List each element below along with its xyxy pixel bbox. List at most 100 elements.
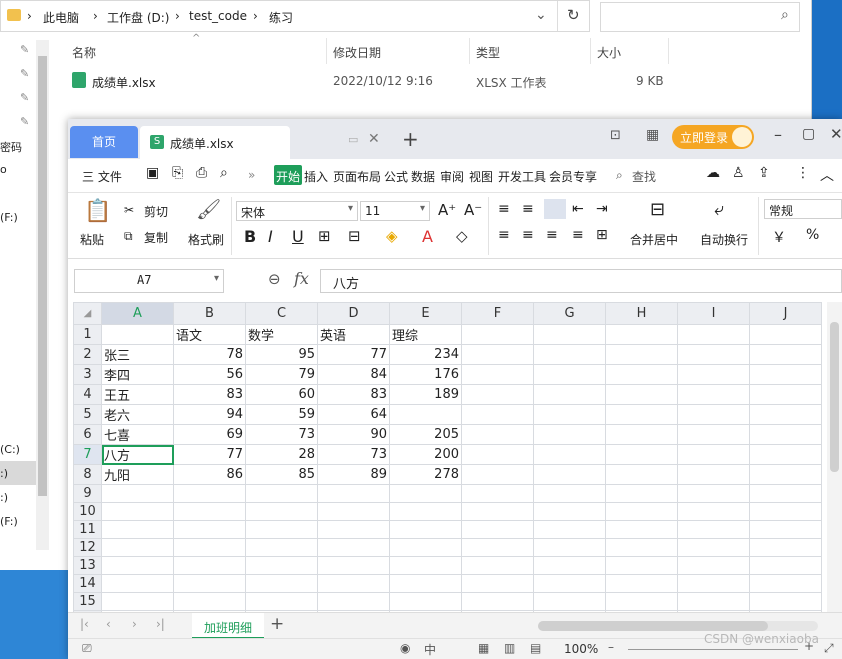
cell[interactable]: 60 [245, 384, 318, 405]
cell[interactable]: 90 [317, 424, 390, 445]
cell[interactable] [749, 538, 822, 557]
cell[interactable] [749, 484, 822, 503]
paste-button[interactable]: 粘贴 [80, 231, 104, 248]
cell[interactable] [533, 574, 606, 593]
cell[interactable] [173, 574, 246, 593]
cell[interactable] [605, 574, 678, 593]
cell[interactable] [389, 538, 462, 557]
tab-page-layout[interactable]: 页面布局 [333, 168, 381, 185]
cell[interactable] [173, 502, 246, 521]
cell[interactable]: 176 [389, 364, 462, 385]
cell[interactable] [677, 556, 750, 575]
cell[interactable]: 86 [173, 464, 246, 485]
search-command[interactable]: 查找 [632, 168, 656, 185]
tab-insert[interactable]: 插入 [304, 168, 328, 185]
cell[interactable] [605, 502, 678, 521]
cell[interactable] [533, 444, 606, 465]
add-sheet-icon[interactable]: + [270, 614, 284, 634]
cell[interactable] [749, 364, 822, 385]
vertical-scrollbar[interactable] [827, 302, 842, 612]
cell[interactable] [605, 556, 678, 575]
currency-icon[interactable]: ￥ [772, 227, 786, 247]
cell[interactable] [605, 364, 678, 385]
column-header[interactable]: G [533, 302, 606, 325]
cell[interactable] [101, 502, 174, 521]
row-header[interactable]: 2 [73, 344, 102, 365]
cell[interactable] [677, 520, 750, 539]
cell[interactable]: 189 [389, 384, 462, 405]
cell[interactable]: 94 [173, 404, 246, 425]
justify-icon[interactable]: ≡ [572, 227, 584, 243]
format-painter-button[interactable]: 格式刷 [188, 231, 224, 248]
tab-developer[interactable]: 开发工具 [498, 168, 546, 185]
row-header[interactable]: 13 [73, 556, 102, 575]
underline-icon[interactable]: U [292, 227, 304, 246]
paste-icon[interactable]: 📋 [84, 199, 111, 224]
cell[interactable] [389, 592, 462, 611]
cell[interactable] [317, 484, 390, 503]
cell[interactable]: 205 [389, 424, 462, 445]
cell[interactable]: 77 [317, 344, 390, 365]
cell[interactable] [677, 464, 750, 485]
tab-formula[interactable]: 公式 [384, 168, 408, 185]
cell[interactable] [749, 556, 822, 575]
decrease-font-icon[interactable]: A⁻ [464, 201, 482, 219]
font-size-select[interactable]: 11 ▾ [360, 201, 430, 221]
sheet-tab[interactable]: 加班明细 [192, 613, 264, 639]
cell[interactable] [533, 384, 606, 405]
cell[interactable] [245, 556, 318, 575]
cell[interactable] [101, 324, 174, 345]
cell[interactable] [317, 502, 390, 521]
new-tab-icon[interactable]: + [402, 127, 419, 151]
maximize-icon[interactable]: ▢ [802, 126, 815, 142]
cell[interactable] [173, 538, 246, 557]
align-left-icon[interactable]: ≡ [498, 227, 510, 243]
cell[interactable] [389, 574, 462, 593]
cell[interactable]: 数学 [245, 324, 318, 345]
cell[interactable] [533, 520, 606, 539]
fill-color-icon[interactable]: ◈ [386, 227, 398, 245]
cell[interactable] [677, 592, 750, 611]
apps-grid-icon[interactable]: ▦ [646, 127, 659, 143]
cell[interactable]: 278 [389, 464, 462, 485]
wrap-icon[interactable]: ⤶ [714, 199, 724, 220]
input-method-icon[interactable]: 中 [424, 641, 436, 658]
row-header[interactable]: 12 [73, 538, 102, 557]
search-input[interactable]: ⌕ [600, 2, 800, 32]
horizontal-scrollbar[interactable] [538, 621, 818, 631]
cell[interactable] [245, 484, 318, 503]
cell[interactable] [461, 538, 534, 557]
cell[interactable] [605, 324, 678, 345]
cell[interactable] [605, 384, 678, 405]
cell[interactable] [317, 574, 390, 593]
fullscreen-icon[interactable]: ⤢ [824, 641, 834, 656]
cell[interactable]: 234 [389, 344, 462, 365]
column-type[interactable]: 类型 [476, 44, 500, 61]
breadcrumb-test-code[interactable]: test_code [189, 9, 247, 23]
select-all-corner[interactable]: ◢ [73, 302, 102, 325]
file-menu[interactable]: 三 文件 [82, 168, 122, 185]
zoom-slider[interactable] [628, 649, 798, 650]
breadcrumb-drive[interactable]: 工作盘 (D:) [107, 9, 169, 26]
cell[interactable] [605, 344, 678, 365]
font-family-select[interactable]: 宋体 ▾ [236, 201, 358, 221]
column-header[interactable]: A [101, 302, 174, 325]
column-header[interactable]: C [245, 302, 318, 325]
cell[interactable]: 77 [173, 444, 246, 465]
cell[interactable]: 200 [389, 444, 462, 465]
cell[interactable] [461, 384, 534, 405]
cell[interactable] [245, 520, 318, 539]
breadcrumb-this-pc[interactable]: 此电脑 [43, 9, 79, 26]
address-bar[interactable]: › 此电脑 › 工作盘 (D:) › test_code › 练习 ⌄ ↻ [0, 0, 590, 32]
cell[interactable] [605, 538, 678, 557]
row-header[interactable]: 8 [73, 464, 102, 485]
cell[interactable]: 七喜 [101, 424, 174, 445]
indent-increase-icon[interactable]: ⇥ [596, 201, 608, 217]
cell[interactable] [749, 464, 822, 485]
cell[interactable] [533, 538, 606, 557]
home-tab[interactable]: 首页 [70, 126, 138, 158]
align-top-icon[interactable]: ≡ [498, 201, 510, 217]
cell[interactable] [605, 520, 678, 539]
cell[interactable] [173, 592, 246, 611]
cell[interactable] [461, 592, 534, 611]
